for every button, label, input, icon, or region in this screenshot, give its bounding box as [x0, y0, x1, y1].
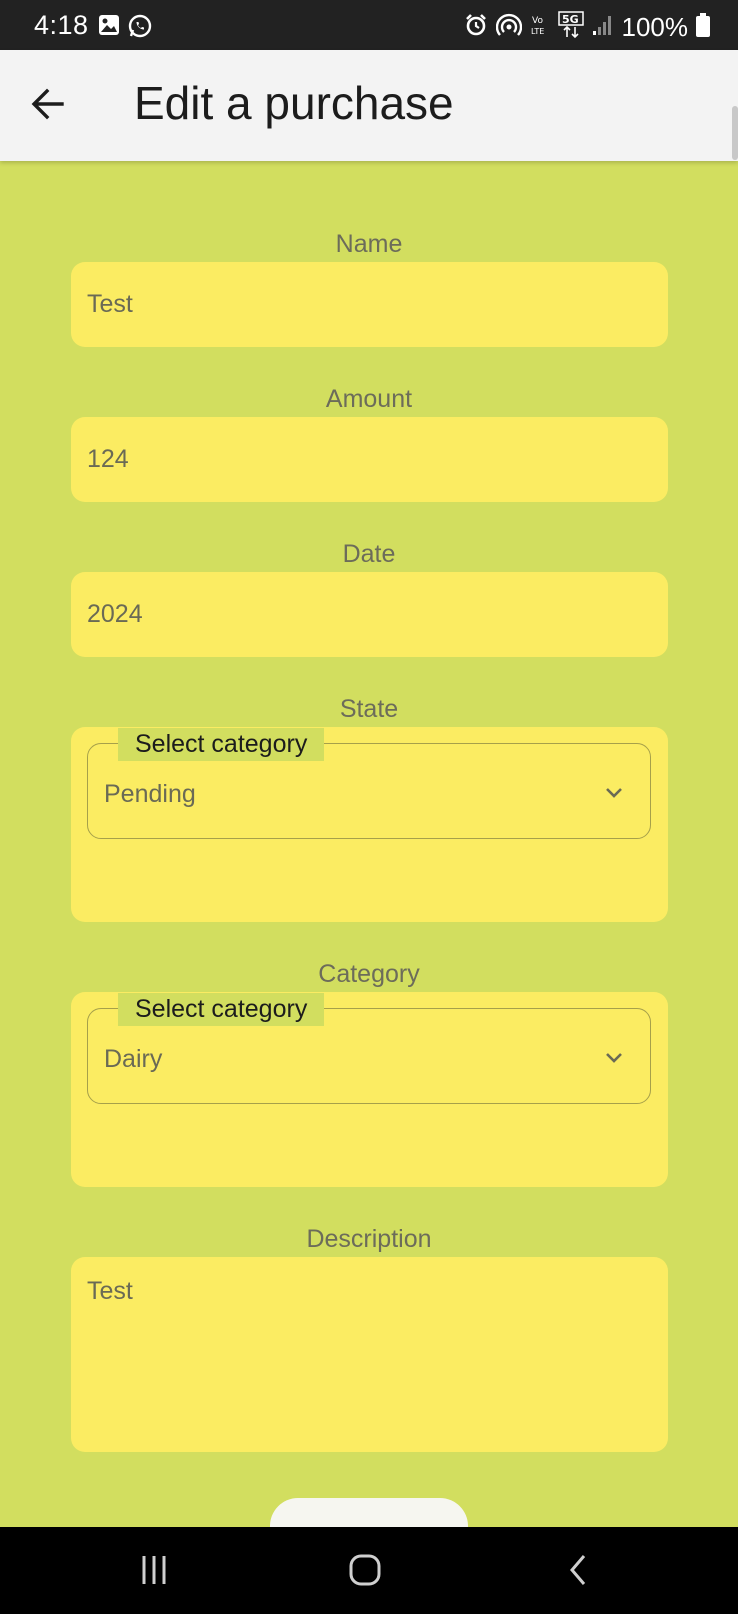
battery-percent: 100% [621, 12, 689, 42]
system-back-button[interactable] [548, 1545, 608, 1595]
svg-text:LTE: LTE [531, 27, 544, 36]
description-label: Description [306, 1225, 432, 1253]
status-bar: 4:18 Vo LTE 5G 100% [0, 0, 738, 50]
date-value: 2024 [87, 600, 143, 628]
image-icon [98, 14, 120, 43]
back-button[interactable] [20, 76, 76, 132]
amount-field[interactable]: 124 [71, 417, 668, 502]
category-field-container: Select category Dairy [71, 992, 668, 1187]
state-dropdown-label: Select category [118, 728, 325, 761]
page-title: Edit a purchase [134, 77, 454, 129]
alarm-icon [464, 13, 488, 42]
home-button[interactable] [335, 1545, 395, 1595]
whatsapp-icon [128, 14, 152, 43]
description-value: Test [87, 1277, 133, 1305]
category-dropdown[interactable]: Select category Dairy [87, 993, 651, 1104]
recent-apps-icon [142, 1556, 166, 1584]
date-label: Date [342, 540, 396, 568]
date-field[interactable]: 2024 [71, 572, 668, 657]
name-value: Test [87, 290, 133, 318]
app-bar: Edit a purchase [0, 50, 738, 161]
back-icon [570, 1555, 586, 1585]
recent-apps-button[interactable] [124, 1545, 184, 1595]
state-dropdown[interactable]: Select category Pending [87, 728, 651, 839]
signal-icon [592, 13, 614, 42]
amount-label: Amount [325, 385, 413, 413]
name-field[interactable]: Test [71, 262, 668, 347]
chevron-down-icon [606, 788, 622, 798]
5g-icon: 5G [557, 11, 584, 44]
volte-icon: Vo LTE [530, 13, 550, 42]
svg-text:Vo: Vo [532, 16, 543, 26]
chevron-down-icon [606, 1053, 622, 1063]
svg-text:5G: 5G [562, 13, 579, 26]
state-field-container: Select category Pending [71, 727, 668, 922]
category-label: Category [318, 960, 420, 988]
hotspot-icon [495, 13, 522, 42]
category-dropdown-label: Select category [118, 993, 325, 1026]
category-dropdown-value: Dairy [104, 1045, 163, 1073]
state-dropdown-value: Pending [104, 780, 196, 808]
status-time: 4:18 [34, 10, 89, 40]
name-label: Name [335, 230, 403, 258]
battery-icon [696, 13, 710, 42]
arrow-left-icon [31, 88, 64, 120]
home-icon [349, 1554, 381, 1586]
description-field[interactable]: Test [71, 1257, 668, 1452]
nav-bar [0, 1527, 738, 1614]
scroll-indicator [732, 106, 738, 160]
amount-value: 124 [87, 445, 129, 473]
state-label: State [339, 695, 399, 723]
